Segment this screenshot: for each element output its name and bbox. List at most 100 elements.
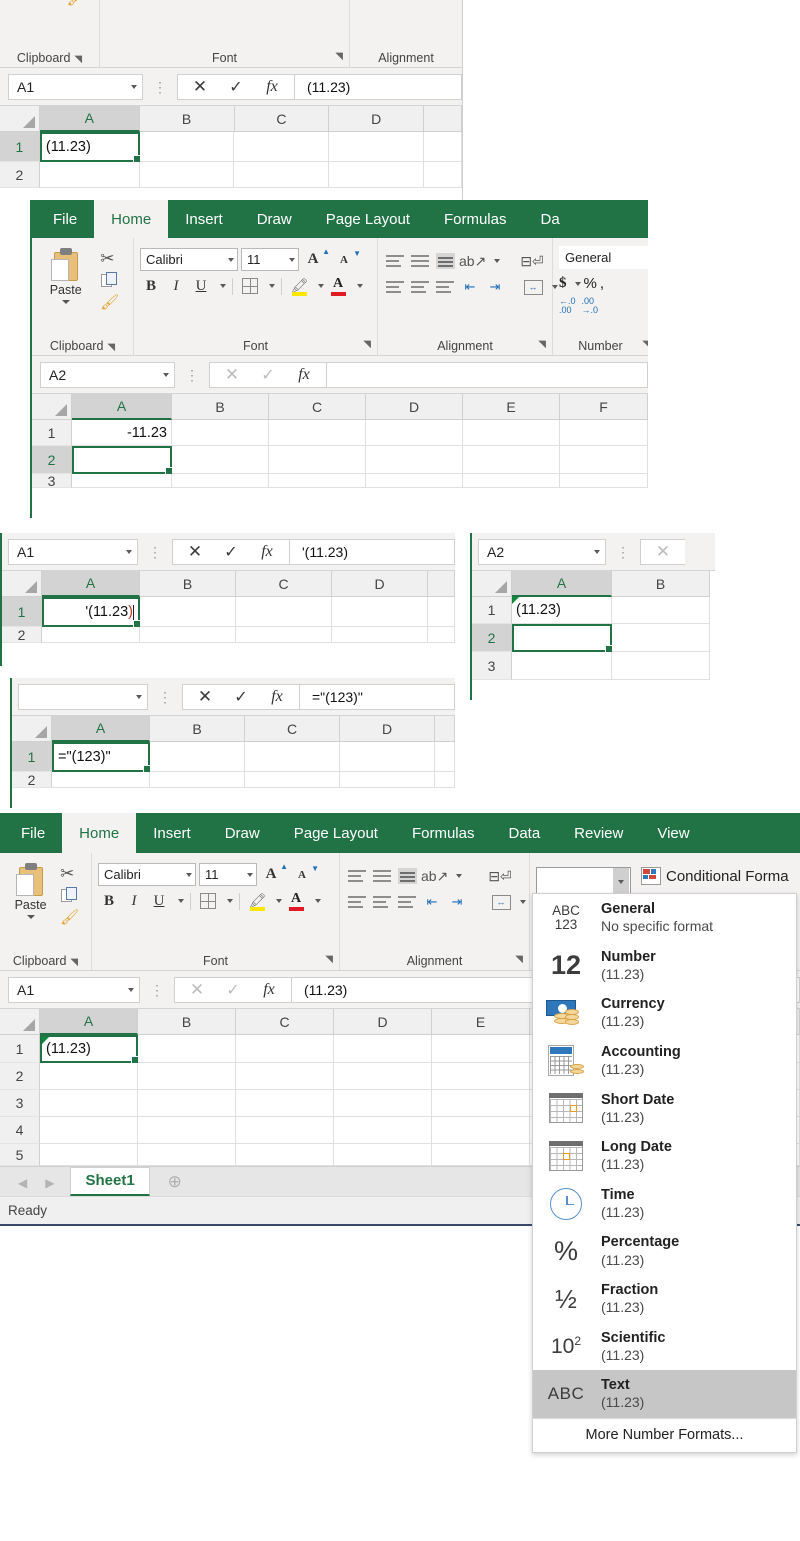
row-header-3[interactable]: 3 <box>32 473 72 489</box>
cell-E2[interactable] <box>435 772 455 788</box>
cell-E2[interactable] <box>428 627 455 643</box>
font-color-chevron-icon[interactable] <box>315 899 321 903</box>
increase-font-size-button[interactable]: A ▲ <box>302 247 330 271</box>
cell-E2[interactable] <box>424 162 462 188</box>
number-format-item-fraction[interactable]: ½ Fraction (11.23) <box>533 1275 796 1323</box>
cell-B1[interactable] <box>138 1035 236 1063</box>
select-all-corner[interactable] <box>12 716 52 742</box>
cell-C1[interactable] <box>236 597 332 627</box>
row-header-1[interactable]: 1 <box>472 597 512 624</box>
cancel-icon[interactable]: ✕ <box>214 365 250 385</box>
italic-button[interactable]: I <box>123 890 145 912</box>
tab-insert[interactable]: Insert <box>136 813 208 853</box>
font-size-combo[interactable]: 11 <box>199 863 257 886</box>
borders-chevron-icon[interactable] <box>227 899 233 903</box>
col-header-C[interactable]: C <box>234 106 330 132</box>
cell-B2[interactable] <box>140 627 236 643</box>
fill-color-chevron-icon[interactable] <box>276 899 282 903</box>
row-header-3[interactable]: 3 <box>0 1090 40 1117</box>
cell-A2[interactable] <box>42 627 140 643</box>
currency-format-icon[interactable]: $ <box>559 275 567 292</box>
col-header-B[interactable]: B <box>172 394 269 420</box>
number-format-item-text[interactable]: ABC Text (11.23) <box>533 1370 796 1418</box>
cell-C2[interactable] <box>234 162 330 188</box>
cell-B1[interactable] <box>172 420 269 446</box>
cell-B3[interactable] <box>138 1090 236 1117</box>
number-dialog-launcher[interactable]: ◥ <box>642 339 648 350</box>
align-bottom-button[interactable] <box>434 250 456 272</box>
cell-A1[interactable]: (11.23) <box>39 132 142 164</box>
cell-D1[interactable] <box>329 132 425 162</box>
number-format-item-time[interactable]: Time (11.23) <box>533 1180 796 1228</box>
cell-D4[interactable] <box>334 1117 432 1144</box>
align-middle-button[interactable] <box>371 865 393 887</box>
number-format-item-short-date[interactable]: Short Date (11.23) <box>533 1085 796 1133</box>
increase-indent-button[interactable]: ⇥ <box>484 276 506 298</box>
name-box[interactable]: A2 <box>478 538 606 565</box>
col-header-E[interactable] <box>435 716 455 742</box>
insert-function-icon[interactable]: fx <box>286 366 322 384</box>
enter-check-icon[interactable]: ✓ <box>218 77 254 97</box>
comma-style-icon[interactable]: , <box>600 275 604 292</box>
font-size-combo[interactable]: 11 <box>241 248 299 271</box>
fill-color-button[interactable]: 🖍 <box>246 890 268 912</box>
alignment-dialog-launcher[interactable]: ◥ <box>538 339 546 350</box>
cell-F2[interactable] <box>560 446 648 474</box>
tab-draw[interactable]: Draw <box>208 813 277 853</box>
cell-A2[interactable] <box>72 446 174 476</box>
name-box[interactable]: A1 <box>8 976 140 1003</box>
cell-D2[interactable] <box>334 1063 432 1090</box>
align-center-button[interactable] <box>409 276 431 298</box>
tab-insert[interactable]: Insert <box>168 200 240 238</box>
decrease-font-size-button[interactable]: A ▼ <box>291 864 319 886</box>
tab-home[interactable]: Home <box>62 813 137 853</box>
format-painter-icon[interactable]: 🖌 <box>100 293 120 311</box>
cell-D1[interactable] <box>334 1035 432 1063</box>
col-header-E[interactable] <box>424 106 462 132</box>
cell-E1[interactable] <box>463 420 560 446</box>
increase-font-size-button[interactable]: A ▲ <box>260 862 288 886</box>
cell-C1[interactable] <box>245 742 340 772</box>
tab-page-layout[interactable]: Page Layout <box>277 813 395 853</box>
merge-center-button[interactable]: ↔ <box>522 276 544 298</box>
name-box-chevron-icon[interactable] <box>594 549 600 554</box>
cell-B5[interactable] <box>138 1144 236 1166</box>
cell-B4[interactable] <box>138 1117 236 1144</box>
cell-C5[interactable] <box>236 1144 334 1166</box>
wrap-text-button[interactable]: ⊟⏎ <box>488 865 511 887</box>
decrease-decimal-icon[interactable]: .00 →.0 <box>582 297 599 315</box>
cell-B1[interactable] <box>612 597 710 624</box>
align-middle-button[interactable] <box>409 250 431 272</box>
cell-E1[interactable] <box>424 132 462 162</box>
name-box-chevron-icon[interactable] <box>128 987 134 992</box>
orientation-chevron-icon[interactable] <box>494 259 501 263</box>
col-header-A[interactable]: A <box>512 571 612 597</box>
cell-A1[interactable]: (11.23) <box>40 1035 140 1065</box>
col-header-E[interactable]: E <box>463 394 560 420</box>
cell-C4[interactable] <box>236 1117 334 1144</box>
cell-B3[interactable] <box>172 474 269 488</box>
align-top-button[interactable] <box>384 250 406 272</box>
borders-chevron-icon[interactable] <box>269 284 275 288</box>
italic-button[interactable]: I <box>165 275 187 297</box>
font-dialog-launcher[interactable]: ◥ <box>363 339 371 350</box>
cancel-icon[interactable]: ✕ <box>177 542 213 562</box>
number-format-item-percentage[interactable]: % Percentage (11.23) <box>533 1227 796 1275</box>
tab-file[interactable]: File <box>36 200 94 238</box>
underline-button[interactable]: U <box>190 275 212 297</box>
row-header-5[interactable]: 5 <box>0 1144 40 1166</box>
col-header-B[interactable]: B <box>140 571 236 597</box>
enter-check-icon[interactable]: ✓ <box>250 365 286 385</box>
cut-icon[interactable]: ✂ <box>100 250 120 268</box>
select-all-corner[interactable] <box>2 571 42 597</box>
cell-B2[interactable] <box>139 162 235 188</box>
number-format-item-long-date[interactable]: Long Date (11.23) <box>533 1132 796 1180</box>
decrease-font-size-button[interactable]: A ▼ <box>333 249 361 271</box>
orientation-icon[interactable]: ab↗ <box>459 250 486 272</box>
enter-check-icon[interactable]: ✓ <box>215 980 251 1000</box>
col-header-D[interactable]: D <box>340 716 435 742</box>
row-header-4[interactable]: 4 <box>0 1117 40 1144</box>
clipboard-dialog-launcher[interactable]: ◥ <box>107 342 115 353</box>
col-header-C[interactable]: C <box>236 571 332 597</box>
col-header-C[interactable]: C <box>245 716 340 742</box>
